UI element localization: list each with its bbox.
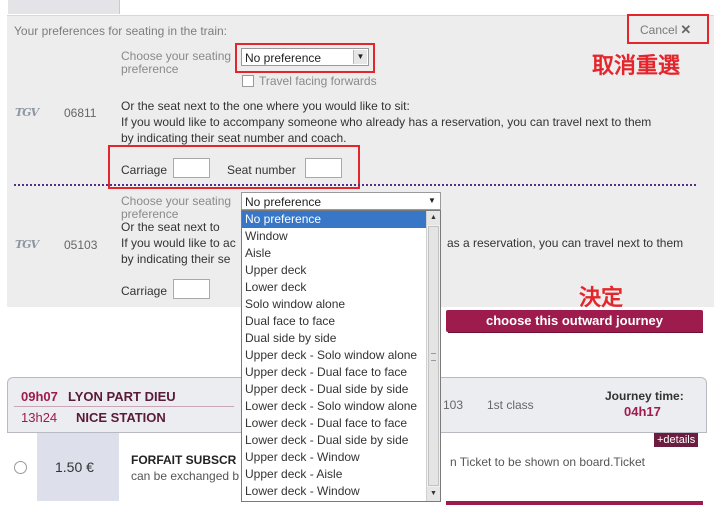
scroll-down-icon[interactable]: ▼ xyxy=(427,487,440,501)
annotation-decide: 決定 xyxy=(579,285,624,310)
journey-divider xyxy=(14,406,234,407)
dropdown-option[interactable]: Upper deck - Aisle xyxy=(242,466,440,483)
train-number: 06811 xyxy=(64,106,97,120)
journey-class: 1st class xyxy=(487,398,534,412)
fare-price: 1.50 € xyxy=(55,459,94,475)
fare-description: can be exchanged b xyxy=(131,469,240,483)
journey-time-label: Journey time: xyxy=(605,389,684,403)
dropdown-scrollbar[interactable]: ▲ ▼ xyxy=(426,211,440,501)
departure-station: LYON PART DIEU xyxy=(68,389,176,404)
arrival-station: NICE STATION xyxy=(76,410,166,425)
scrollbar-thumb[interactable] xyxy=(428,226,439,486)
tgv-logo: TGV xyxy=(15,238,39,251)
seat-pref-select-2-value: No preference xyxy=(245,195,322,209)
annotation-box-seat-number xyxy=(108,145,360,189)
next-seat-text-line1: If you would like to accompany someone w… xyxy=(121,115,652,129)
dropdown-option[interactable]: Lower deck - Solo window alone xyxy=(242,398,440,415)
annotation-cancel-reselect: 取消重選 xyxy=(592,53,681,78)
dropdown-option[interactable]: Upper deck xyxy=(242,262,440,279)
previous-section-stub xyxy=(8,0,120,14)
fare-bottom-bar xyxy=(446,501,703,505)
dropdown-option[interactable]: Upper deck - Solo window alone xyxy=(242,347,440,364)
dropdown-option[interactable]: Lower deck - Window xyxy=(242,483,440,500)
next-seat-text-2-suffix: as a reservation, you can travel next to… xyxy=(447,236,684,250)
dropdown-option[interactable]: Aisle xyxy=(242,245,440,262)
dropdown-option[interactable]: Dual face to face xyxy=(242,313,440,330)
next-seat-heading-2: Or the seat next to xyxy=(121,220,220,234)
dropdown-option[interactable]: Lower deck - Dual side by side xyxy=(242,432,440,449)
travel-facing-checkbox[interactable] xyxy=(242,75,254,87)
seat-pref-dropdown-list[interactable]: No preference Window Aisle Upper deck Lo… xyxy=(241,210,441,502)
travel-facing-label: Travel facing forwards xyxy=(259,74,377,88)
dropdown-option[interactable]: No preference xyxy=(242,211,440,228)
dropdown-option[interactable]: Window xyxy=(242,228,440,245)
train-number-2: 05103 xyxy=(64,238,98,252)
segment-divider xyxy=(14,184,696,186)
seat-pref-label-2: Choose your seating preference xyxy=(121,195,231,221)
fare-radio[interactable] xyxy=(14,461,27,474)
dropdown-option[interactable]: Upper deck - Dual face to face xyxy=(242,364,440,381)
fare-name: FORFAIT SUBSCR xyxy=(131,453,237,467)
dropdown-option[interactable]: Dual side by side xyxy=(242,330,440,347)
scroll-up-icon[interactable]: ▲ xyxy=(427,211,440,225)
dropdown-option[interactable]: Solo window alone xyxy=(242,296,440,313)
next-seat-text-2-line2: by indicating their se xyxy=(121,252,231,266)
dropdown-option[interactable]: Lower deck - Dual face to face xyxy=(242,415,440,432)
dropdown-option[interactable]: Upper deck - Window xyxy=(242,449,440,466)
next-seat-text-2-prefix: If you would like to ac xyxy=(121,236,236,250)
arrival-time: 13h24 xyxy=(21,410,58,425)
grip-icon xyxy=(431,353,436,361)
chevron-down-icon: ▼ xyxy=(425,194,439,208)
details-button[interactable]: +details xyxy=(654,433,699,447)
next-seat-heading: Or the seat next to the one where you wo… xyxy=(121,99,410,113)
panel-title: Your preferences for seating in the trai… xyxy=(14,24,228,38)
dropdown-option[interactable]: Lower deck xyxy=(242,279,440,296)
choose-outward-journey-button[interactable]: choose this outward journey xyxy=(446,310,703,332)
tgv-logo: TGV xyxy=(15,106,39,119)
seat-pref-label-line2: preference xyxy=(121,62,179,76)
seat-pref-label: Choose your seating preference xyxy=(121,50,231,76)
annotation-box-cancel xyxy=(627,14,709,44)
carriage-label-2: Carriage xyxy=(121,284,168,298)
departure-time: 09h07 xyxy=(21,389,58,404)
annotation-box-seat-pref xyxy=(235,43,375,73)
seat-pref-select-2[interactable]: No preference ▼ xyxy=(241,192,441,210)
next-seat-text-line2: by indicating their seat number and coac… xyxy=(121,131,347,145)
carriage-input-2[interactable] xyxy=(173,279,210,299)
journey-time-value: 04h17 xyxy=(624,404,661,419)
journey-train-number: 103 xyxy=(443,398,464,412)
dropdown-option[interactable]: Upper deck - Dual side by side xyxy=(242,381,440,398)
fare-ticket-note: n Ticket to be shown on board.Ticket xyxy=(450,455,645,469)
